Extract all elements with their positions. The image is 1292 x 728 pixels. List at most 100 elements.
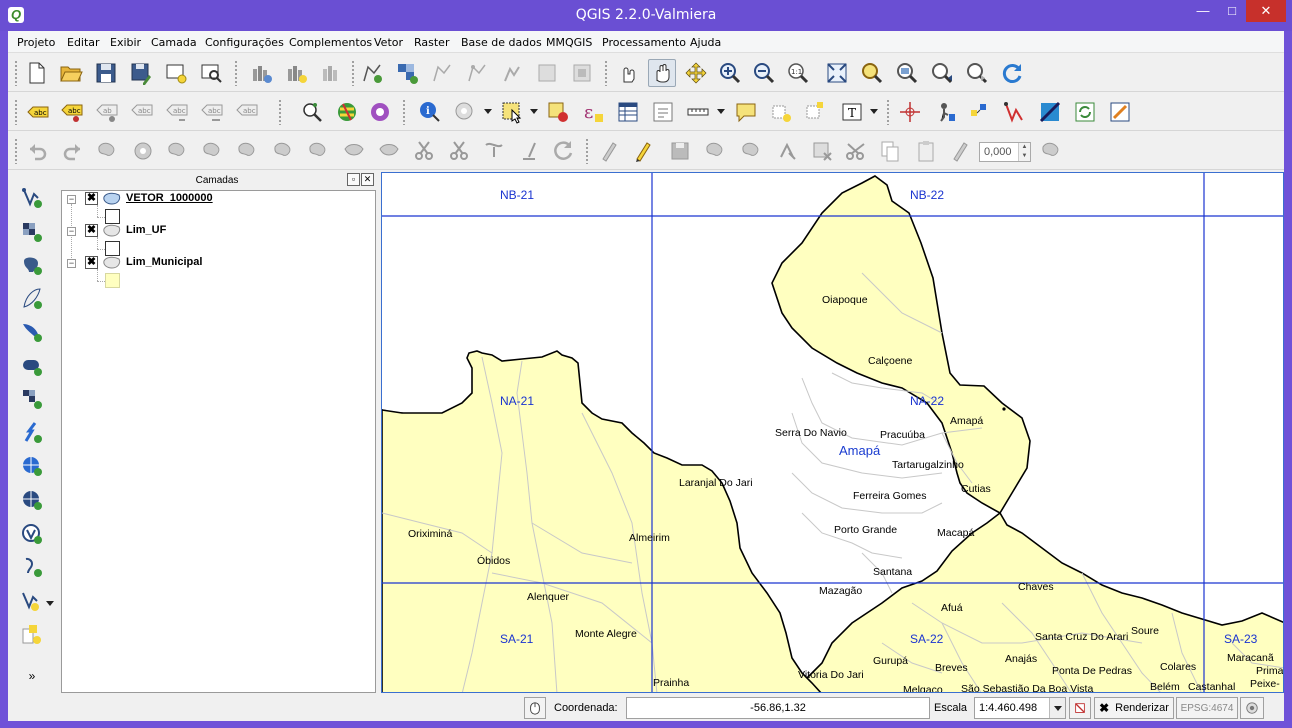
paste-features-icon[interactable] (912, 137, 940, 165)
toggle-coords-mouse-icon[interactable] (524, 697, 546, 719)
spin-arrows-icon[interactable]: ▲ ▼ (1018, 143, 1030, 161)
attribute-table-icon[interactable] (614, 98, 642, 126)
layer-visibility-checkbox[interactable]: ✖ (85, 224, 98, 237)
add-gpx-icon[interactable] (18, 553, 46, 581)
split-parts-icon[interactable] (410, 137, 438, 165)
run-action-icon[interactable] (451, 98, 479, 126)
layer-labeling-icon[interactable]: abc (24, 98, 52, 126)
cut-features-icon[interactable] (842, 137, 870, 165)
toolbar-grip[interactable] (278, 99, 282, 125)
simplify-feature-icon[interactable] (94, 137, 122, 165)
remove-overview-icon[interactable] (318, 59, 346, 87)
snapping-icon[interactable] (946, 137, 974, 165)
toolbar-grip[interactable] (604, 60, 608, 86)
add-spatialite-layer-icon[interactable] (18, 285, 46, 313)
text-annotation-icon[interactable]: T (838, 98, 866, 126)
add-oracle-layer-icon[interactable] (18, 352, 46, 380)
delete-part-icon[interactable] (270, 137, 298, 165)
add-ring-icon[interactable] (129, 137, 157, 165)
toolbar-grip[interactable] (886, 99, 890, 125)
reshape-icon[interactable] (305, 137, 333, 165)
layer-visibility-checkbox[interactable]: ✖ (85, 192, 98, 205)
analysis-icon[interactable] (333, 98, 361, 126)
plugin-gear-icon[interactable] (366, 98, 394, 126)
menu-mmqgis[interactable]: MMQGIS (546, 36, 592, 49)
render-checkbox[interactable]: ✖ Renderizar (1094, 697, 1174, 719)
trace-tool-icon[interactable] (1038, 137, 1066, 165)
zoom-out-icon[interactable] (750, 59, 778, 87)
raster-calc-icon[interactable] (533, 59, 561, 87)
add-to-overview-icon[interactable] (248, 59, 276, 87)
menu-editar[interactable]: Editar (67, 36, 100, 49)
toolbar-grip[interactable] (585, 138, 589, 164)
layer-symbol-swatch[interactable] (105, 273, 120, 288)
processing-toolbox-icon[interactable] (1071, 98, 1099, 126)
chevron-down-icon[interactable] (1049, 698, 1065, 718)
toolbar-grip[interactable] (14, 99, 18, 125)
map-tips-icon[interactable] (732, 98, 760, 126)
menu-base-de-dados[interactable]: Base de dados (461, 36, 542, 49)
coordinate-field[interactable]: -56.86,1.32 (626, 697, 930, 719)
new-layer-dropdown-arrow[interactable] (46, 601, 54, 606)
new-bookmark-icon[interactable] (767, 98, 795, 126)
new-spatialite-layer-icon[interactable] (18, 621, 46, 649)
select-dropdown-arrow[interactable] (530, 109, 538, 114)
annotation-dropdown-arrow[interactable] (870, 109, 878, 114)
select-features-icon[interactable] (498, 98, 526, 126)
add-wms-icon[interactable] (393, 59, 421, 87)
label-move-icon[interactable]: abc (128, 98, 156, 126)
menu-vetor[interactable]: Vetor (374, 36, 403, 49)
touch-zoom-icon[interactable] (614, 59, 642, 87)
raster-layer-icon[interactable] (568, 59, 596, 87)
zoom-in-icon[interactable] (716, 59, 744, 87)
topology-checker-icon[interactable] (1000, 98, 1028, 126)
identify-features-icon[interactable] (298, 98, 326, 126)
deselect-icon[interactable] (544, 98, 572, 126)
new-project-icon[interactable] (22, 59, 50, 87)
rotate-symbols-icon[interactable] (515, 137, 543, 165)
toolbar-grip[interactable] (14, 138, 18, 164)
save-layer-edits-icon[interactable] (666, 137, 694, 165)
close-panel-icon[interactable]: ✕ (361, 173, 374, 186)
delete-selected-icon[interactable] (808, 137, 836, 165)
georeferencer-icon[interactable] (966, 98, 994, 126)
measure-line-icon[interactable] (684, 98, 712, 126)
add-vector-layer-icon[interactable] (18, 184, 46, 212)
zoom-full-icon[interactable] (823, 59, 851, 87)
redo-icon[interactable] (58, 137, 86, 165)
layer-row-lim-uf[interactable]: − ✖ Lim_UF (62, 223, 372, 239)
digitize-disabled-icon[interactable] (428, 59, 456, 87)
collapse-toggle[interactable]: − (67, 195, 76, 204)
map-canvas[interactable]: NB-21 NB-22 NA-21 NA-22 SA-21 SA-22 SA-2… (381, 172, 1284, 693)
new-vector-layer-icon[interactable] (18, 587, 46, 615)
add-raster-layer-icon[interactable] (18, 218, 46, 246)
add-part-icon[interactable] (164, 137, 192, 165)
merge-attributes-icon[interactable] (480, 137, 508, 165)
maximize-button[interactable]: □ (1218, 0, 1246, 22)
add-wfs-layer-icon[interactable] (18, 452, 46, 480)
toolbar-grip[interactable] (234, 60, 238, 86)
new-print-composer-icon[interactable] (162, 59, 190, 87)
add-wms-layer-icon[interactable] (18, 385, 46, 413)
zoom-to-layer-icon[interactable] (893, 59, 921, 87)
add-feature-icon[interactable] (358, 59, 386, 87)
save-project-icon[interactable] (92, 59, 120, 87)
close-button[interactable]: ✕ (1246, 0, 1286, 22)
add-delimited-text-icon[interactable] (18, 520, 46, 548)
composer-manager-icon[interactable] (197, 59, 225, 87)
graphical-modeler-icon[interactable] (1106, 98, 1134, 126)
pan-to-selection-icon[interactable] (682, 59, 710, 87)
label-show-hide-icon[interactable]: ab (93, 98, 121, 126)
float-panel-icon[interactable]: ▫ (347, 173, 360, 186)
heatmap-icon[interactable] (1036, 98, 1064, 126)
layer-visibility-checkbox[interactable]: ✖ (85, 256, 98, 269)
map-svg[interactable]: NB-21 NB-22 NA-21 NA-22 SA-21 SA-22 SA-2… (382, 173, 1284, 693)
more-tools-chevron-icon[interactable]: » (18, 667, 46, 685)
label-pin-icon[interactable]: abc (58, 98, 86, 126)
menu-ajuda[interactable]: Ajuda (690, 36, 721, 49)
rotate-feature-icon[interactable] (549, 137, 577, 165)
split-features-icon[interactable] (375, 137, 403, 165)
undo-icon[interactable] (24, 137, 52, 165)
delete-ring-icon[interactable] (234, 137, 262, 165)
add-mssql-layer-icon[interactable] (18, 318, 46, 346)
